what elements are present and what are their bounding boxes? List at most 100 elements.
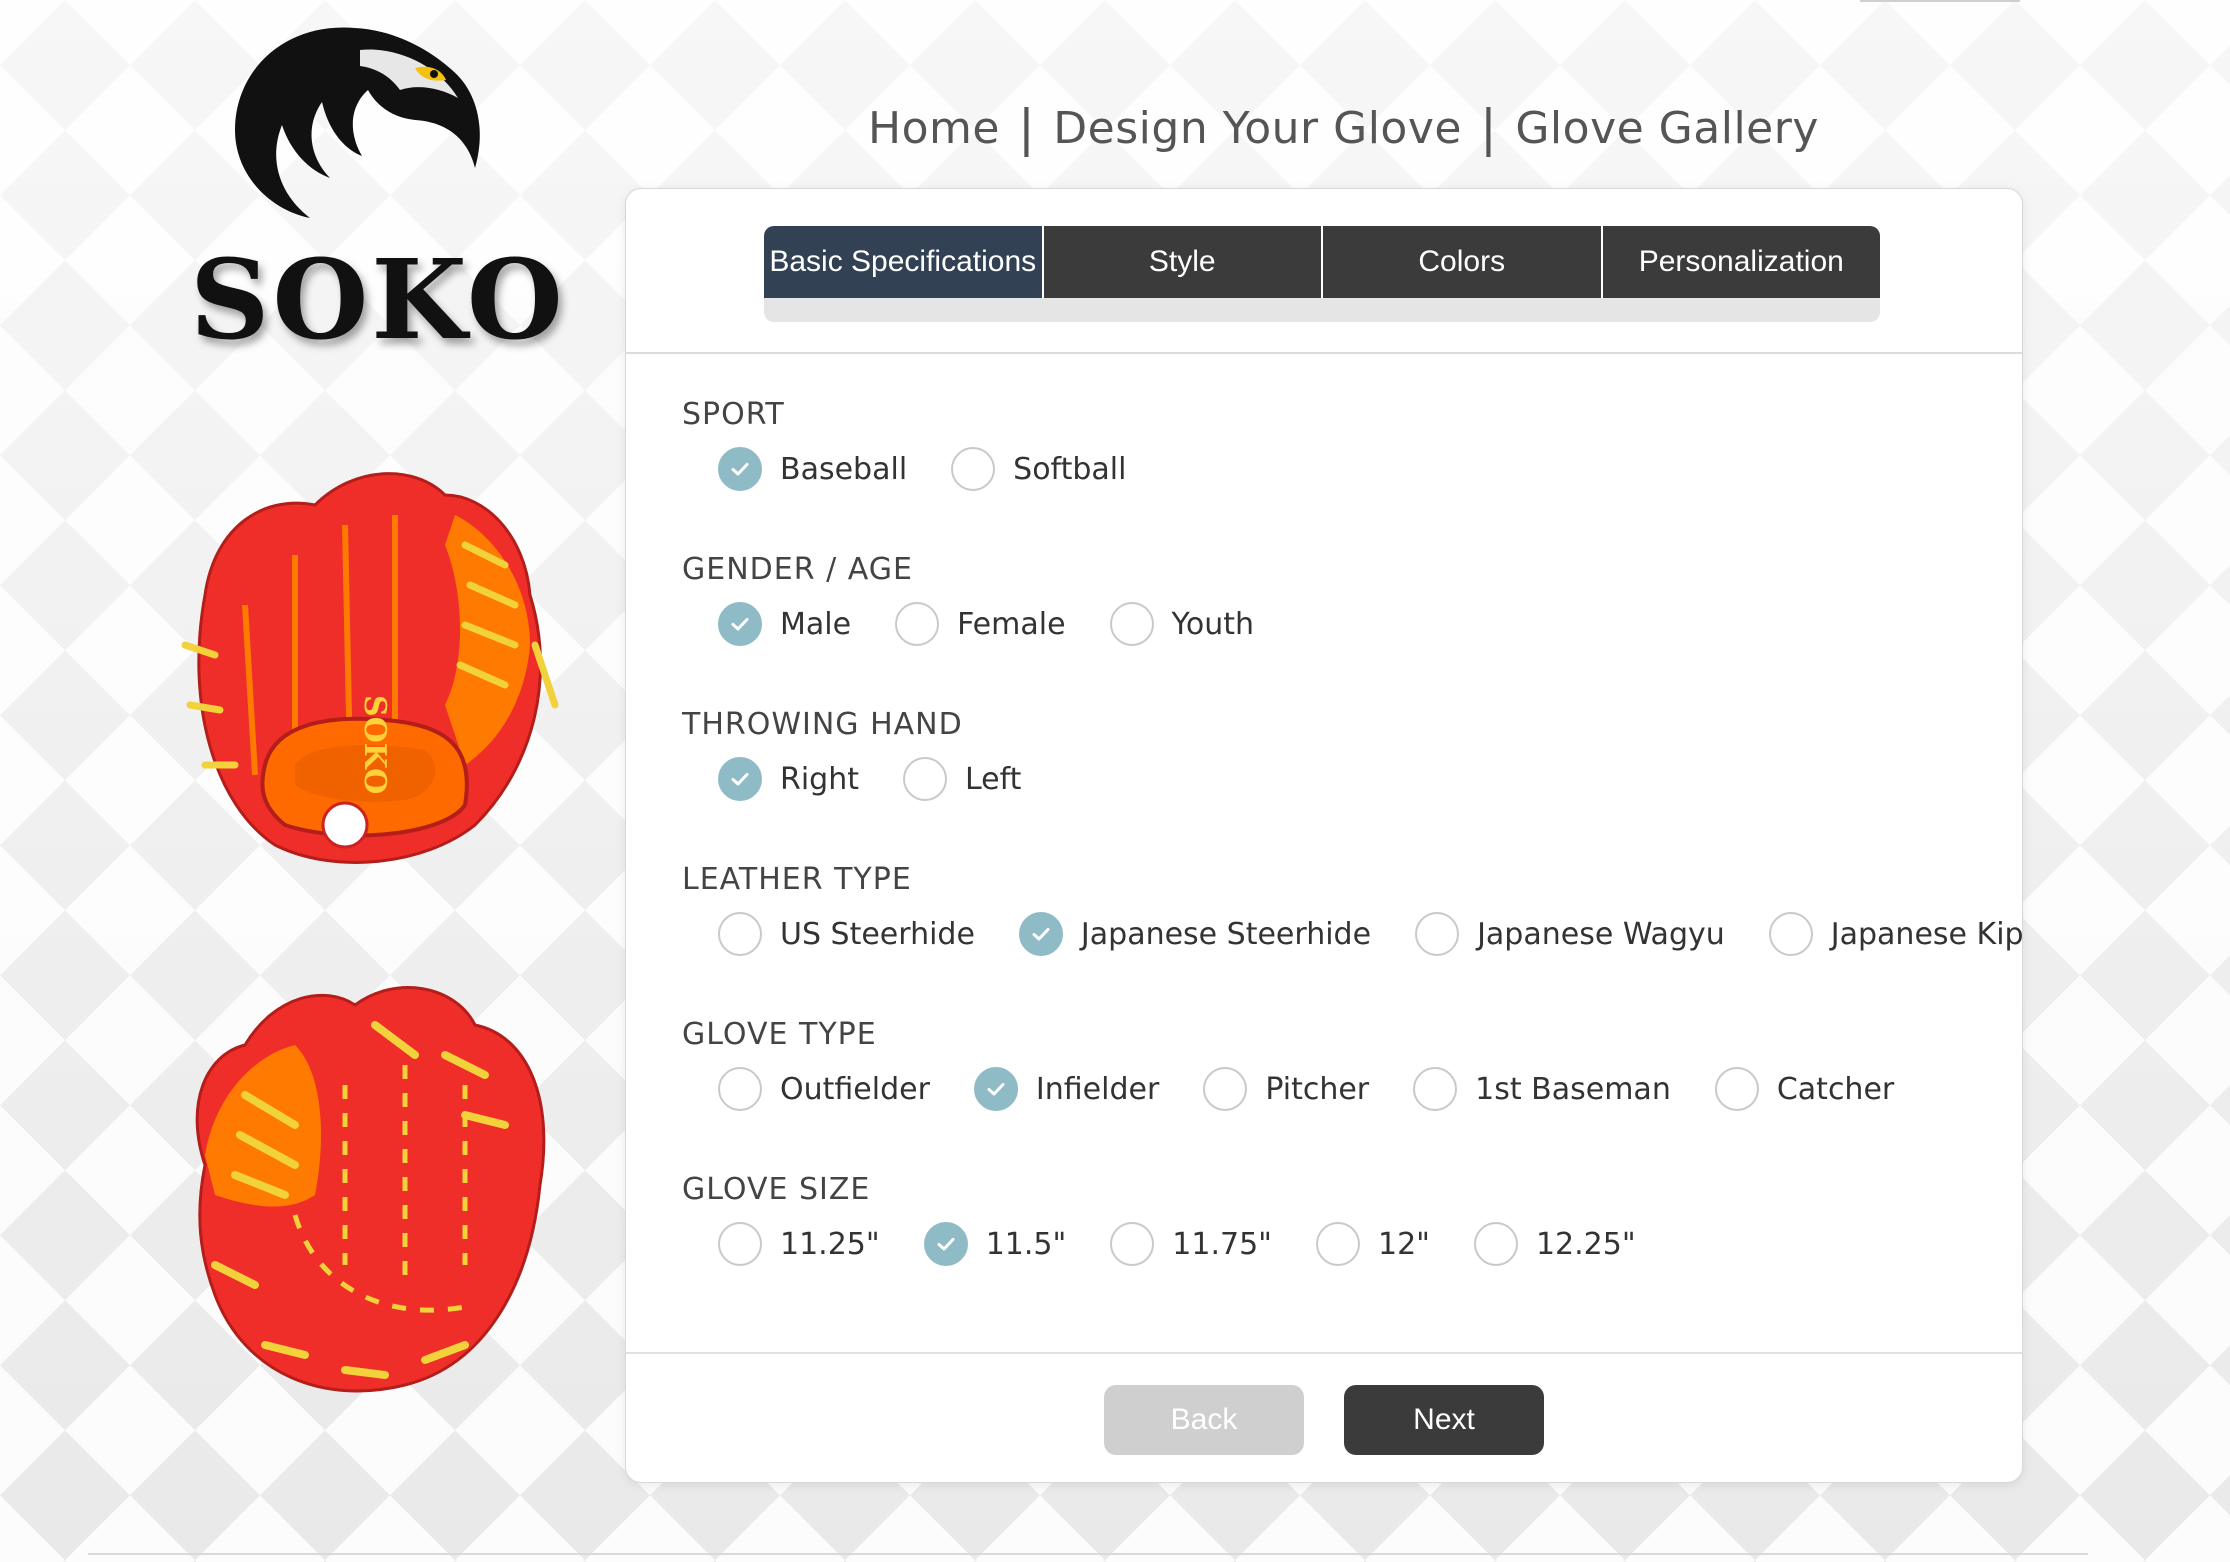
section-title: GLOVE TYPE — [682, 1017, 877, 1052]
section-title: THROWING HAND — [682, 707, 963, 742]
radio-option[interactable]: Japanese Wagyu — [1415, 912, 1725, 956]
radio-label: Left — [965, 761, 1022, 797]
radio-checked-icon[interactable] — [923, 1222, 968, 1266]
radio-option[interactable]: Right — [718, 757, 859, 801]
radio-option[interactable]: 12" — [1315, 1222, 1430, 1266]
radio-checked-icon[interactable] — [718, 447, 762, 491]
radio-group: Baseball Softball — [718, 447, 1170, 491]
glove-palm-image — [195, 986, 546, 1393]
eagle-icon — [235, 27, 480, 218]
radio-option[interactable]: 1st Baseman — [1413, 1067, 1671, 1111]
radio-option[interactable]: Left — [903, 757, 1021, 801]
brand-logo[interactable]: SOKO — [190, 10, 563, 364]
radio-checked-icon[interactable] — [973, 1067, 1018, 1111]
radio-label: 11.5" — [985, 1226, 1067, 1262]
radio-option[interactable]: Infielder — [973, 1067, 1160, 1111]
section-sport: SPORT Baseball Softball — [682, 397, 1126, 491]
radio-label: 12" — [1377, 1226, 1430, 1262]
radio-option[interactable]: Pitcher — [1203, 1067, 1369, 1111]
design-form-card: Basic Specifications Style Colors Personali… — [625, 188, 2024, 1483]
radio-option[interactable]: Catcher — [1714, 1067, 1895, 1111]
radio-unchecked-icon[interactable] — [1203, 1067, 1248, 1111]
radio-group: US Steerhide Japanese Steerhide Japanese W… — [718, 912, 2068, 956]
tab-colors[interactable]: Colors — [1323, 226, 1603, 298]
section-title: GLOVE SIZE — [682, 1172, 871, 1207]
radio-unchecked-icon[interactable] — [718, 1222, 762, 1266]
radio-option[interactable]: Outfielder — [718, 1067, 930, 1111]
radio-unchecked-icon[interactable] — [1110, 1222, 1155, 1266]
tab-style[interactable]: Style — [1043, 226, 1323, 298]
section-title: LEATHER TYPE — [682, 862, 912, 897]
radio-label: Japanese Wagyu — [1477, 916, 1725, 952]
radio-label: 11.75" — [1172, 1226, 1272, 1262]
radio-group: 11.25" 11.5" 11.75" 12" 12.25" — [718, 1222, 1680, 1266]
radio-unchecked-icon[interactable] — [718, 912, 762, 956]
section-gender-age: GENDER / AGE Male Female Youth — [682, 552, 1254, 646]
nav-design-link[interactable]: Design Your Glove — [1053, 103, 1462, 154]
glove-logo-text: SOKO — [357, 695, 392, 794]
radio-label: US Steerhide — [780, 916, 975, 952]
radio-checked-icon[interactable] — [718, 757, 762, 801]
radio-option[interactable]: 11.75" — [1110, 1222, 1272, 1266]
radio-unchecked-icon[interactable] — [1473, 1222, 1518, 1266]
next-button[interactable]: Next — [1344, 1385, 1544, 1455]
radio-label: 1st Baseman — [1475, 1071, 1671, 1107]
radio-label: Pitcher — [1265, 1071, 1370, 1107]
radio-unchecked-icon[interactable] — [1315, 1222, 1360, 1266]
section-leather-type: LEATHER TYPE US Steerhide Japanese Steerhi… — [682, 862, 2024, 956]
radio-checked-icon[interactable] — [718, 602, 762, 646]
radio-unchecked-icon[interactable] — [903, 757, 947, 801]
tabs-wrapper: Basic Specifications Style Colors Personali… — [764, 226, 1880, 322]
radio-option[interactable]: Japanese Steerhide — [1018, 912, 1372, 956]
radio-label: Catcher — [1776, 1071, 1895, 1107]
radio-label: Japanese Kip — [1830, 916, 2024, 952]
radio-label: 12.25" — [1535, 1226, 1636, 1262]
radio-option[interactable]: Female — [895, 602, 1066, 646]
radio-group: Right Left — [718, 757, 1065, 801]
tab-personalization[interactable]: Personalization — [1602, 226, 1880, 298]
nav-separator: | — [1479, 99, 1498, 157]
step-tabs: Basic Specifications Style Colors Personali… — [764, 226, 1880, 298]
top-navigation: Home | Design Your Glove | Glove Gallery — [868, 98, 1819, 158]
glove-back-image: SOKO — [181, 472, 559, 864]
radio-unchecked-icon[interactable] — [1413, 1067, 1458, 1111]
radio-option[interactable]: 11.5" — [923, 1222, 1067, 1266]
radio-unchecked-icon[interactable] — [718, 1067, 762, 1111]
tab-basic-specifications[interactable]: Basic Specifications — [764, 226, 1044, 298]
radio-option[interactable]: US Steerhide — [718, 912, 975, 956]
nav-home-link[interactable]: Home — [868, 103, 1000, 154]
radio-label: Right — [780, 761, 859, 797]
nav-gallery-link[interactable]: Glove Gallery — [1515, 103, 1819, 154]
radio-group: Outfielder Infielder Pitcher 1st Baseman Cat… — [718, 1067, 1938, 1111]
radio-checked-icon[interactable] — [1018, 912, 1063, 956]
section-glove-type: GLOVE TYPE Outfielder Infielder Pitcher 1st … — [682, 1017, 1894, 1111]
bottom-divider — [88, 1553, 2088, 1555]
logo-text: SOKO — [190, 235, 566, 364]
back-button[interactable]: Back — [1104, 1385, 1304, 1455]
radio-label: Youth — [1171, 606, 1255, 642]
section-title: SPORT — [682, 397, 785, 432]
radio-label: Infielder — [1035, 1071, 1160, 1107]
radio-unchecked-icon[interactable] — [951, 447, 996, 491]
radio-unchecked-icon[interactable] — [1109, 602, 1154, 646]
corner-divider — [1860, 0, 2020, 2]
tabs-area: Basic Specifications Style Colors Personali… — [626, 189, 2022, 354]
radio-unchecked-icon[interactable] — [1768, 912, 1813, 956]
radio-option[interactable]: Baseball — [718, 447, 907, 491]
radio-label: Outfielder — [780, 1071, 930, 1107]
radio-option[interactable]: Youth — [1109, 602, 1255, 646]
section-throwing-hand: THROWING HAND Right Left — [682, 707, 1021, 801]
section-title: GENDER / AGE — [682, 552, 913, 587]
radio-label: Softball — [1013, 451, 1127, 487]
radio-label: Japanese Steerhide — [1080, 916, 1372, 952]
radio-unchecked-icon[interactable] — [895, 602, 940, 646]
radio-option[interactable]: 11.25" — [718, 1222, 880, 1266]
radio-option[interactable]: Softball — [951, 447, 1126, 491]
radio-option[interactable]: Japanese Kip — [1768, 912, 2024, 956]
section-glove-size: GLOVE SIZE 11.25" 11.5" 11.75" 12" 12.25" — [682, 1172, 1636, 1266]
radio-group: Male Female Youth — [718, 602, 1298, 646]
radio-option[interactable]: Male — [718, 602, 851, 646]
radio-unchecked-icon[interactable] — [1415, 912, 1460, 956]
radio-unchecked-icon[interactable] — [1714, 1067, 1759, 1111]
radio-option[interactable]: 12.25" — [1473, 1222, 1636, 1266]
